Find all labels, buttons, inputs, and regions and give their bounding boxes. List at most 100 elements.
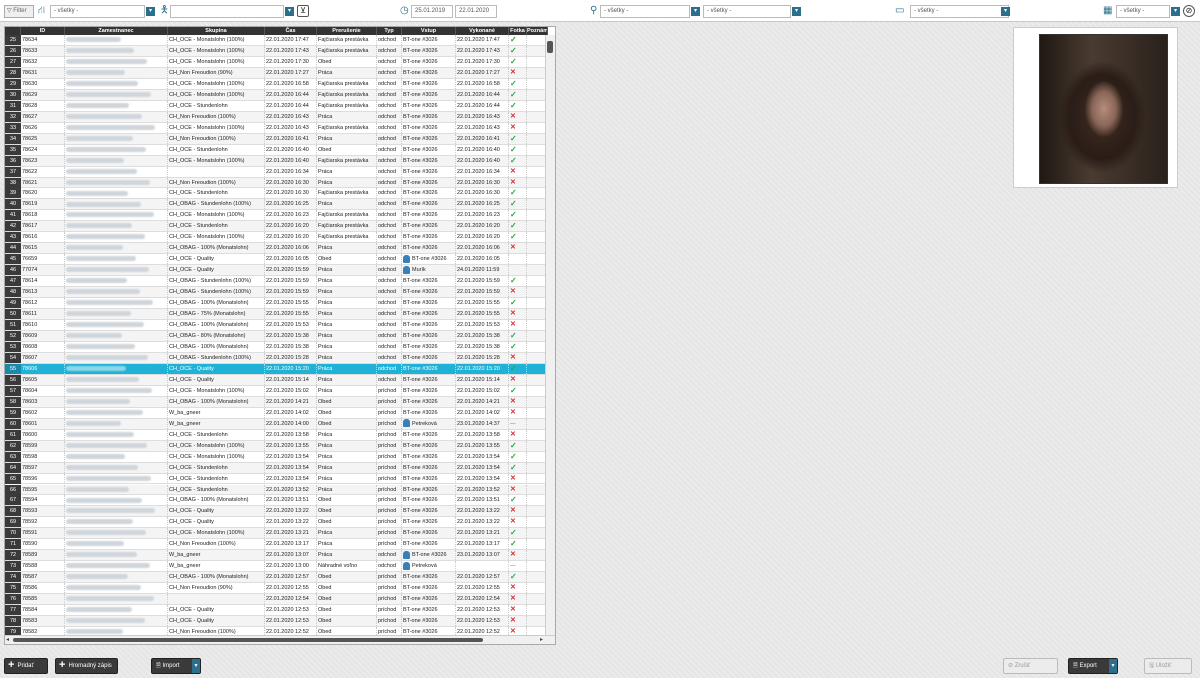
group-filter-select[interactable]: - všetky - bbox=[50, 5, 145, 18]
table-row[interactable]: 27 78632 CH_OCE - Monatslohn (100%) 22.01.2… bbox=[5, 56, 548, 68]
table-row[interactable]: 39 78620 CH_OCE - Stundenlohn 22.01.2020 16… bbox=[5, 188, 548, 200]
table-row[interactable]: 31 78628 CH_OCE - Stundenlohn 22.01.2020 16… bbox=[5, 100, 548, 112]
table-row[interactable]: 78 78583 CH_OCE - Quality 22.01.2020 12:53 O… bbox=[5, 616, 548, 628]
check-icon: ✓ bbox=[510, 100, 517, 110]
table-row[interactable]: 36 78623 CH_OCE - Monatslohn (100%) 22.01.2… bbox=[5, 155, 548, 167]
table-row[interactable]: 64 78597 CH_OCE - Stundenlohn 22.01.2020 13… bbox=[5, 462, 548, 474]
chevron-down-icon[interactable]: ▾ bbox=[146, 7, 155, 16]
table-row[interactable]: 74 78587 CH_OBAG - 100% (Monatslohn) 22.01.… bbox=[5, 572, 548, 584]
table-row[interactable]: 71 78590 CH_Non Freoudion (100%) 22.01.2020… bbox=[5, 539, 548, 551]
photo-status-cell: ✓ bbox=[509, 133, 527, 144]
table-row[interactable]: 37 78622 22.01.2020 16:34 Práca odchod BT-one… bbox=[5, 166, 548, 178]
table-row[interactable]: 53 78608 CH_OBAG - 100% (Monatslohn) 22.01.… bbox=[5, 341, 548, 353]
table-row[interactable]: 65 78596 CH_OCE - Stundenlohn 22.01.2020 13… bbox=[5, 473, 548, 485]
employee-filter-select[interactable] bbox=[170, 5, 284, 18]
table-row[interactable]: 69 78592 CH_OCE - Quality 22.01.2020 13:22 O… bbox=[5, 517, 548, 529]
chevron-down-icon[interactable]: ▾ bbox=[192, 659, 200, 673]
table-row[interactable]: 35 78624 CH_OCE - Stundenlohn 22.01.2020 16… bbox=[5, 144, 548, 156]
interruption-cell: Práca bbox=[317, 385, 377, 396]
save-button[interactable]: 🖫 Uložiť bbox=[1144, 658, 1192, 674]
table-row[interactable]: 38 78621 CH_Non Freoudion (100%) 22.01.2020… bbox=[5, 177, 548, 189]
table-row[interactable]: 50 78611 CH_OBAG - 75% (Monatslohn) 22.01.2… bbox=[5, 309, 548, 321]
table-row[interactable]: 42 78617 CH_OCE - Stundenlohn 22.01.2020 16… bbox=[5, 221, 548, 233]
clear-filter-icon[interactable]: ⊻ bbox=[297, 5, 309, 17]
table-row[interactable]: 77 78584 CH_OCE - Quality 22.01.2020 12:53 O… bbox=[5, 605, 548, 617]
table-row[interactable]: 56 78605 CH_OCE - Quality 22.01.2020 15:14 P… bbox=[5, 374, 548, 386]
table-row[interactable]: 25 78634 CH_OCE - Monatslohn (100%) 22.01.2… bbox=[5, 35, 548, 46]
table-row[interactable]: 58 78603 CH_OBAG - 100% (Monatslohn) 22.01.… bbox=[5, 396, 548, 408]
interruption-cell: Obed bbox=[317, 594, 377, 605]
column-header[interactable]: Zamestnanec bbox=[65, 27, 168, 35]
column-header[interactable]: Čas bbox=[265, 27, 317, 35]
table-row[interactable]: 51 78610 CH_OBAG - 100% (Monatslohn) 22.01.… bbox=[5, 320, 548, 331]
chevron-down-icon[interactable]: ▾ bbox=[1001, 7, 1010, 16]
table-row[interactable]: 76 78585 22.01.2020 12:54 Obed príchod BT-one… bbox=[5, 594, 548, 606]
table-row[interactable]: 70 78591 CH_OCE - Monatslohn (100%) 22.01.2… bbox=[5, 528, 548, 540]
table-row[interactable]: 52 78609 CH_OBAG - 80% (Monatslohn) 22.01.2… bbox=[5, 331, 548, 342]
table-row[interactable]: 63 78598 CH_OCE - Monatslohn (100%) 22.01.2… bbox=[5, 451, 548, 463]
horizontal-scrollbar[interactable]: ◂ ▸ bbox=[5, 635, 555, 644]
table-row[interactable]: 61 78600 CH_OCE - Stundenlohn 22.01.2020 13… bbox=[5, 429, 548, 441]
table-row[interactable]: 33 78626 CH_OCE - Monatslohn (100%) 22.01.2… bbox=[5, 122, 548, 134]
table-row[interactable]: 73 78588 W_ba_gneer 22.01.2020 13:00 Náhradn… bbox=[5, 561, 548, 573]
scrollbar-thumb[interactable] bbox=[547, 41, 553, 53]
chevron-down-icon[interactable]: ▾ bbox=[691, 7, 700, 16]
table-row[interactable]: 41 78618 CH_OCE - Monatslohn (100%) 22.01.2… bbox=[5, 210, 548, 222]
table-row[interactable]: 59 78602 W_ba_gneer 22.01.2020 14:02 Obed prí… bbox=[5, 407, 548, 419]
chevron-down-icon[interactable]: ▾ bbox=[285, 7, 294, 16]
table-row[interactable]: 62 78599 CH_OCE - Monatslohn (100%) 22.01.2… bbox=[5, 440, 548, 452]
scroll-right-icon[interactable]: ▸ bbox=[540, 636, 543, 643]
table-row[interactable]: 44 78615 CH_OBAG - 100% (Monatslohn) 22.01.… bbox=[5, 243, 548, 255]
column-header[interactable]: Skupina bbox=[168, 27, 265, 35]
table-row[interactable]: 28 78631 CH_Non Freoudion (90%) 22.01.2020 … bbox=[5, 67, 548, 79]
scroll-left-icon[interactable]: ◂ bbox=[6, 636, 9, 643]
table-row[interactable]: 43 78616 CH_OCE - Monatslohn (100%) 22.01.2… bbox=[5, 232, 548, 244]
cancel-button[interactable]: ⊘ Zrušiť bbox=[1003, 658, 1058, 674]
table-row[interactable]: 30 78629 CH_OCE - Monatslohn (100%) 22.01.2… bbox=[5, 89, 548, 101]
add-button[interactable]: + Pridať bbox=[4, 658, 48, 674]
table-row[interactable]: 48 78613 CH_OBAG - Stundenlohn (100%) 22.01… bbox=[5, 287, 548, 299]
column-header[interactable]: ID bbox=[21, 27, 65, 35]
date-from-input[interactable]: 25.01.2019 bbox=[411, 5, 453, 18]
table-row[interactable]: 60 78601 W_ba_gneer 22.01.2020 14:00 Obed prí… bbox=[5, 418, 548, 430]
bulk-add-button[interactable]: + Hromadný zápis bbox=[55, 658, 118, 674]
column-header[interactable]: Fotka bbox=[509, 27, 527, 35]
chevron-down-icon[interactable]: ▾ bbox=[1109, 659, 1117, 673]
column-header[interactable]: Prerušenie bbox=[317, 27, 377, 35]
table-row[interactable]: 40 78619 CH_OBAG - Stundenlohn (100%) 22.01… bbox=[5, 199, 548, 211]
column-header[interactable]: Vstup bbox=[402, 27, 456, 35]
type-filter-select[interactable]: - všetky - bbox=[703, 5, 791, 18]
column-header[interactable]: Vykonané bbox=[456, 27, 509, 35]
location-filter-select[interactable]: - všetky - bbox=[600, 5, 690, 18]
table-row[interactable]: 26 78633 CH_OCE - Monatslohn (100%) 22.01.2… bbox=[5, 45, 548, 57]
table-row[interactable]: 29 78630 CH_OCE - Monatslohn (100%) 22.01.2… bbox=[5, 78, 548, 90]
table-row[interactable]: 67 78594 CH_OBAG - 100% (Monatslohn) 22.01.… bbox=[5, 495, 548, 507]
redacted-text bbox=[66, 278, 127, 284]
table-row[interactable]: 55 78606 CH_OCE - Quality 22.01.2020 15:20 P… bbox=[5, 363, 548, 375]
filter-toggle-button[interactable]: ▽ Filter bbox=[4, 5, 34, 18]
table-row[interactable]: 47 78614 CH_OBAG - Stundenlohn (100%) 22.01… bbox=[5, 276, 548, 288]
table-row[interactable]: 75 78586 CH_Non Freoudion (90%) 22.01.2020 … bbox=[5, 583, 548, 595]
column-header[interactable]: Poznámka bbox=[527, 27, 548, 35]
table-row[interactable]: 49 78612 CH_OBAG - 100% (Monatslohn) 22.01.… bbox=[5, 298, 548, 310]
import-button[interactable]: 🗎 Import ▾ bbox=[151, 658, 201, 674]
table-row[interactable]: 57 78604 CH_OCE - Monatslohn (100%) 22.01.2… bbox=[5, 385, 548, 397]
status-filter-select[interactable]: - všetky - bbox=[1116, 5, 1170, 18]
chevron-down-icon[interactable]: ▾ bbox=[1171, 7, 1180, 16]
table-row[interactable]: 32 78627 CH_Non Freoudion (100%) 22.01.2020… bbox=[5, 111, 548, 123]
column-header[interactable]: Typ bbox=[377, 27, 402, 35]
table-row[interactable]: 72 78589 W_ba_gneer 22.01.2020 13:07 Práca od… bbox=[5, 550, 548, 562]
chevron-down-icon[interactable]: ▾ bbox=[792, 7, 801, 16]
table-row[interactable]: 54 78607 CH_OBAG - Stundenlohn (100%) 22.01… bbox=[5, 352, 548, 364]
table-row[interactable]: 66 78595 CH_OCE - Stundenlohn 22.01.2020 13… bbox=[5, 484, 548, 496]
scrollbar-thumb[interactable] bbox=[13, 638, 483, 642]
date-to-input[interactable]: 22.01.2020 bbox=[455, 5, 497, 18]
table-row[interactable]: 46 77074 CH_OCE - Quality 22.01.2020 15:59 P… bbox=[5, 265, 548, 277]
export-button[interactable]: 🗎 Export ▾ bbox=[1068, 658, 1118, 674]
table-row[interactable]: 45 76659 CH_OCE - Quality 22.01.2020 16:05 O… bbox=[5, 254, 548, 266]
table-row[interactable]: 68 78593 CH_OCE - Quality 22.01.2020 13:22 O… bbox=[5, 506, 548, 518]
cancel-filter-icon[interactable]: ⊘ bbox=[1183, 5, 1195, 17]
vertical-scrollbar[interactable] bbox=[545, 35, 555, 638]
terminal-filter-select[interactable]: - všetky - bbox=[910, 5, 1009, 18]
table-row[interactable]: 34 78625 CH_Non Freoudion (100%) 22.01.2020… bbox=[5, 133, 548, 145]
